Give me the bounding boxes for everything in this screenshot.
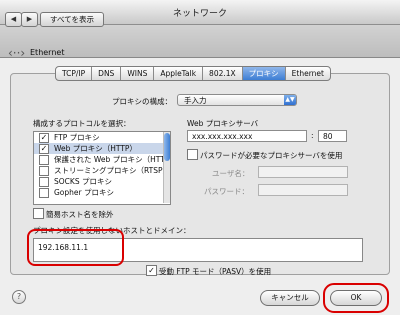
web-proxy-label: Web プロキシサーバ [187,119,259,128]
port-separator: : [311,131,314,140]
checkbox-gopher[interactable] [39,188,49,198]
exclude-simple-hostnames-checkbox[interactable] [33,208,44,219]
help-button[interactable]: ? [12,290,26,304]
protocol-secure-web[interactable]: 保護された Web プロキシ（HTTP [34,154,170,165]
password-label: パスワード： [204,187,249,196]
protocol-streaming[interactable]: ストリーミングプロキシ（RTSP） [34,165,170,176]
checkbox-streaming[interactable] [39,166,49,176]
pasv-label: 受動 FTP モード（PASV）を使用 [159,267,272,276]
protocol-socks[interactable]: SOCKS プロキシ [34,176,170,187]
username-field[interactable] [258,166,348,178]
protocol-list-scrollbar[interactable] [163,132,170,203]
tab-ethernet[interactable]: Ethernet [286,67,330,80]
protocol-list: ✓ FTP プロキシ ✓ Web プロキシ（HTTP） 保護された Web プロキシ… [33,131,171,205]
cancel-button[interactable]: キャンセル [260,290,320,306]
exclude-simple-hostnames-label: 簡易ホスト名を除外 [46,210,114,219]
proxy-config-select[interactable]: 手入力 ▲▼ [177,94,297,106]
service-name: Ethernet [30,48,65,57]
tab-wins[interactable]: WINS [121,67,155,80]
protocol-label: SOCKS プロキシ [54,177,112,186]
auth-required-label: パスワードが必要なプロキシサーバを使用 [200,151,343,160]
checkbox-web[interactable]: ✓ [39,144,49,154]
username-label: ユーザ名： [212,169,250,178]
checkbox-secure-web[interactable] [39,155,49,165]
protocol-label: ストリーミングプロキシ（RTSP） [54,166,171,175]
password-field[interactable] [258,184,348,196]
checkbox-ftp[interactable]: ✓ [39,133,49,143]
updown-arrow-icon: ▲▼ [284,95,296,105]
proxy-config-label: プロキシの構成： [112,97,172,106]
network-port-icon: ‹··› [8,46,26,60]
tab-dns[interactable]: DNS [92,67,122,80]
auth-required-checkbox[interactable] [187,149,198,160]
protocol-ftp[interactable]: ✓ FTP プロキシ [34,132,170,143]
proxy-config-value: 手入力 [184,96,207,105]
protocol-gopher[interactable]: Gopher プロキシ [34,187,170,198]
tab-proxies[interactable]: プロキシ [242,67,286,80]
checkbox-socks[interactable] [39,177,49,187]
highlight-annotation [27,229,124,266]
forward-button[interactable]: ▶ [21,12,38,27]
protocol-label: Web プロキシ（HTTP） [54,144,137,153]
show-all-button[interactable]: すべてを表示 [40,12,104,27]
protocol-label: Gopher プロキシ [54,188,114,197]
scrollbar-thumb[interactable] [164,133,170,161]
tab-bar: TCP/IP DNS WINS AppleTalk 802.1X プロキシ Et… [55,66,331,81]
protocol-web[interactable]: ✓ Web プロキシ（HTTP） [34,143,170,154]
proxy-port-field[interactable]: 80 [318,130,347,142]
protocol-label: 保護された Web プロキシ（HTTP [54,155,170,164]
back-button[interactable]: ◀ [5,12,22,27]
tab-tcpip[interactable]: TCP/IP [56,67,93,80]
highlight-annotation [323,283,389,313]
protocols-label: 構成するプロトコルを選択： [33,119,131,128]
proxy-server-field[interactable]: xxx.xxx.xxx.xxx [187,130,307,142]
pasv-checkbox[interactable]: ✓ [146,265,157,276]
protocol-label: FTP プロキシ [54,133,100,142]
tab-8021x[interactable]: 802.1X [203,67,243,80]
tab-appletalk[interactable]: AppleTalk [154,67,204,80]
